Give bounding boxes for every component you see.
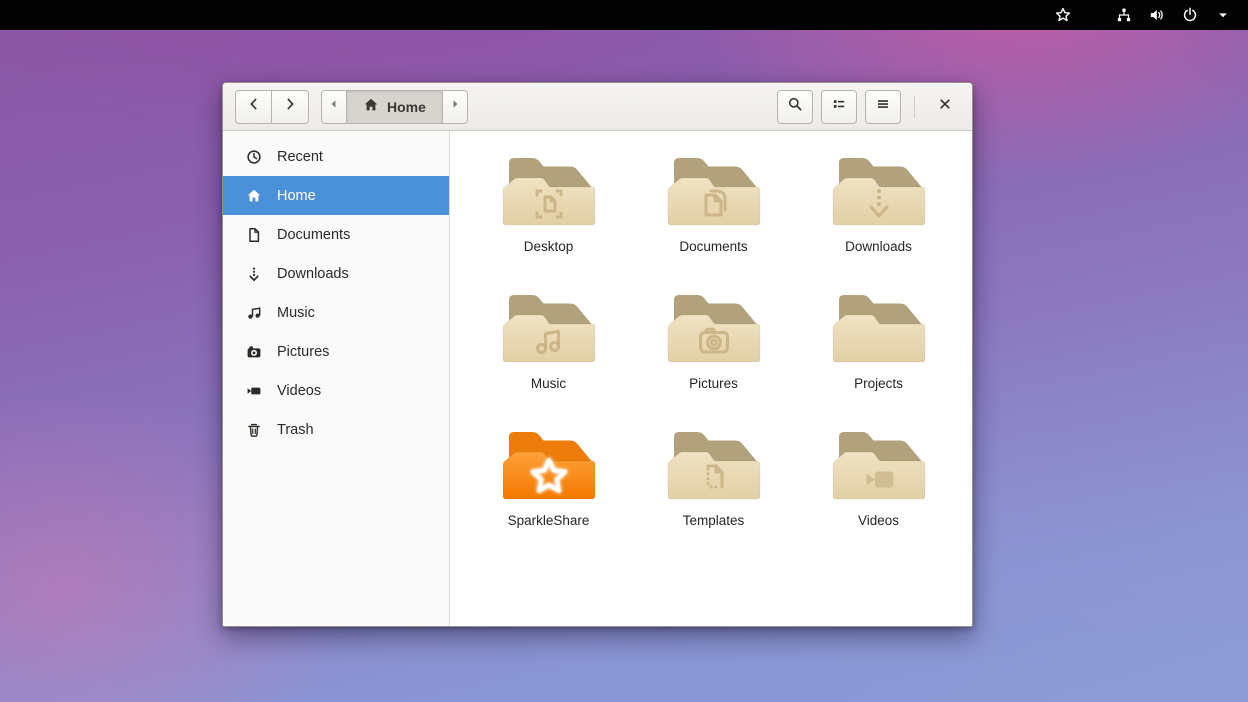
- system-status-area[interactable]: [1052, 4, 1234, 26]
- sidebar-item-downloads[interactable]: Downloads: [223, 254, 449, 293]
- folder-icon: [831, 423, 927, 503]
- folder-label: Desktop: [524, 239, 574, 254]
- folder-icon: [666, 286, 762, 366]
- hamburger-menu-icon: [875, 96, 891, 117]
- home-icon: [363, 97, 379, 116]
- chevron-left-icon: [246, 96, 262, 117]
- pictures-icon: [245, 343, 263, 361]
- path-next-button[interactable]: [442, 90, 468, 124]
- folder-icon: [501, 423, 597, 503]
- folder-icon: [831, 149, 927, 229]
- search-button[interactable]: [777, 90, 813, 124]
- folder-icon: [666, 423, 762, 503]
- sidebar-item-pictures[interactable]: Pictures: [223, 332, 449, 371]
- chevron-down-icon[interactable]: [1212, 4, 1234, 26]
- places-sidebar: Recent Home Documents Downloads Music Picture…: [223, 131, 450, 626]
- top-bar: [0, 0, 1248, 30]
- path-home-button[interactable]: Home: [347, 90, 442, 124]
- menu-button[interactable]: [865, 90, 901, 124]
- chevron-right-icon: [282, 96, 298, 117]
- folder-label: SparkleShare: [508, 513, 590, 528]
- sidebar-item-label: Music: [277, 305, 315, 321]
- folder-label: Templates: [683, 513, 745, 528]
- navigation-buttons: [235, 90, 309, 124]
- search-icon: [787, 96, 803, 117]
- sidebar-item-label: Home: [277, 188, 316, 204]
- desktop-background: Home Recent Home: [0, 0, 1248, 702]
- network-icon[interactable]: [1113, 4, 1135, 26]
- folder-label: Documents: [679, 239, 747, 254]
- folder-icon: [501, 149, 597, 229]
- folder-downloads[interactable]: Downloads: [796, 147, 961, 284]
- sidebar-item-music[interactable]: Music: [223, 293, 449, 332]
- power-icon[interactable]: [1179, 4, 1201, 26]
- folder-label: Pictures: [689, 376, 738, 391]
- folder-music[interactable]: Music: [466, 284, 631, 421]
- header-bar: Home: [223, 83, 972, 131]
- titlebar-separator: [914, 96, 915, 118]
- videos-icon: [245, 382, 263, 400]
- sidebar-item-label: Documents: [277, 227, 350, 243]
- back-button[interactable]: [235, 90, 272, 124]
- folder-desktop[interactable]: Desktop: [466, 147, 631, 284]
- volume-icon[interactable]: [1146, 4, 1168, 26]
- list-view-icon: [831, 96, 847, 117]
- music-icon: [245, 304, 263, 322]
- sidebar-item-documents[interactable]: Documents: [223, 215, 449, 254]
- close-icon: [937, 96, 953, 117]
- folder-sparkleshare[interactable]: SparkleShare: [466, 421, 631, 558]
- trash-icon: [245, 421, 263, 439]
- recent-icon: [245, 148, 263, 166]
- folder-label: Music: [531, 376, 566, 391]
- forward-button[interactable]: [272, 90, 309, 124]
- file-manager-window: Home Recent Home: [222, 82, 973, 627]
- folder-icon: [501, 286, 597, 366]
- folder-icon: [831, 286, 927, 366]
- folder-label: Videos: [858, 513, 899, 528]
- folder-documents[interactable]: Documents: [631, 147, 796, 284]
- documents-icon: [245, 226, 263, 244]
- home-icon: [245, 187, 263, 205]
- path-previous-button[interactable]: [321, 90, 347, 124]
- sidebar-item-label: Pictures: [277, 344, 329, 360]
- triangle-right-icon: [447, 96, 463, 117]
- folder-videos[interactable]: Videos: [796, 421, 961, 558]
- folder-projects[interactable]: Projects: [796, 284, 961, 421]
- sidebar-item-label: Videos: [277, 383, 321, 399]
- sidebar-item-recent[interactable]: Recent: [223, 137, 449, 176]
- sidebar-item-home[interactable]: Home: [223, 176, 449, 215]
- sidebar-item-label: Downloads: [277, 266, 349, 282]
- view-toggle-button[interactable]: [821, 90, 857, 124]
- files-grid: Desktop Documents Downloads: [450, 131, 972, 626]
- folder-label: Downloads: [845, 239, 912, 254]
- sidebar-item-trash[interactable]: Trash: [223, 410, 449, 449]
- folder-icon: [666, 149, 762, 229]
- sidebar-item-videos[interactable]: Videos: [223, 371, 449, 410]
- path-bar: Home: [321, 90, 468, 124]
- downloads-icon: [245, 265, 263, 283]
- folder-templates[interactable]: Templates: [631, 421, 796, 558]
- folder-pictures[interactable]: Pictures: [631, 284, 796, 421]
- folder-label: Projects: [854, 376, 903, 391]
- path-home-label: Home: [387, 99, 426, 115]
- sidebar-item-label: Recent: [277, 149, 323, 165]
- triangle-left-icon: [326, 96, 342, 117]
- close-button[interactable]: [930, 92, 960, 122]
- sidebar-item-label: Trash: [277, 422, 314, 438]
- star-icon[interactable]: [1052, 4, 1074, 26]
